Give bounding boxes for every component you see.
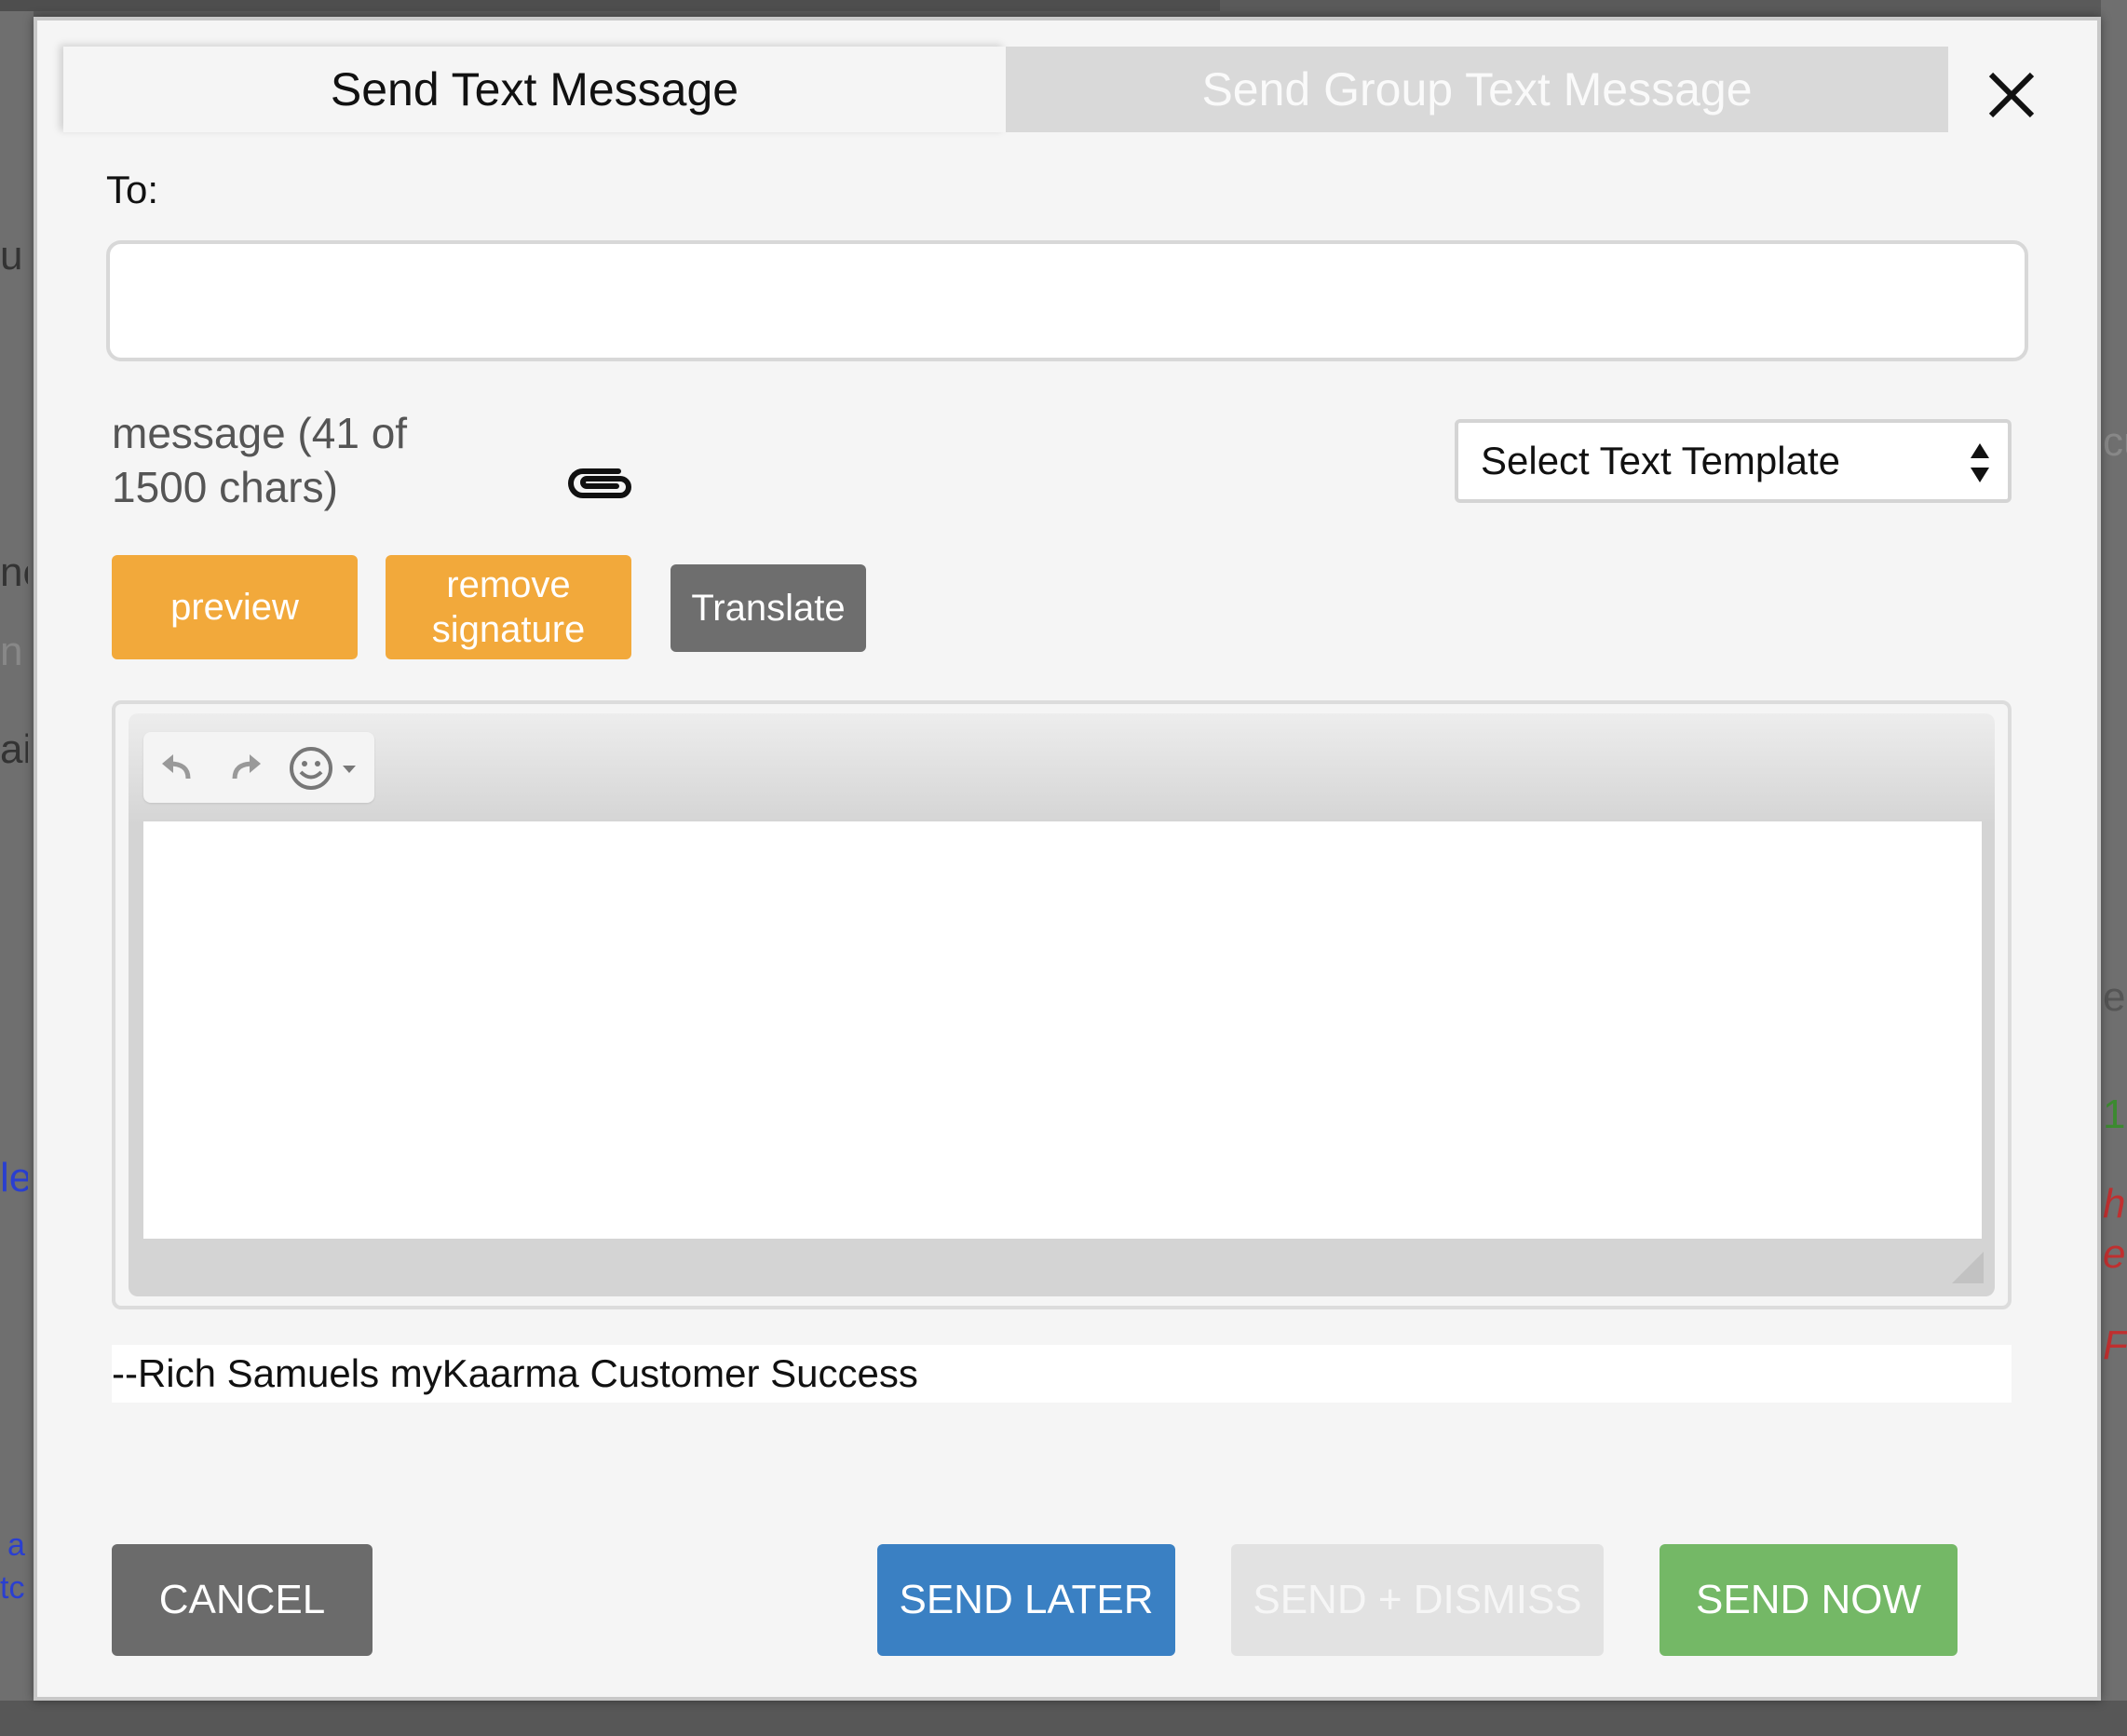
text-template-select[interactable]: Select Text Template xyxy=(1455,419,2012,503)
paperclip-icon xyxy=(568,468,631,498)
background-text: a xyxy=(7,1527,25,1563)
tab-send-group-text-message[interactable]: Send Group Text Message xyxy=(1006,47,1948,132)
undo-button[interactable] xyxy=(153,743,203,793)
message-textarea[interactable] xyxy=(143,821,1982,1239)
redo-icon xyxy=(232,754,261,780)
resize-handle-icon[interactable] xyxy=(1952,1252,1984,1283)
send-now-button[interactable]: SEND NOW xyxy=(1660,1544,1958,1656)
background-text: e xyxy=(2103,1231,2126,1277)
background-tab-strip xyxy=(0,0,1220,11)
background-text: tc xyxy=(0,1570,25,1606)
background-text: u xyxy=(0,233,23,278)
background-text: n xyxy=(0,629,23,674)
to-label: To: xyxy=(106,168,159,211)
to-input[interactable] xyxy=(106,240,2028,361)
background-page-bottom xyxy=(0,1701,2127,1736)
message-char-count: message (41 of 1500 chars) xyxy=(112,409,408,511)
remove-signature-button[interactable]: remove signature xyxy=(386,555,631,659)
background-text: le xyxy=(0,1155,28,1200)
select-arrows-icon xyxy=(1971,443,1989,482)
translate-button[interactable]: Translate xyxy=(671,564,866,652)
background-text: ne xyxy=(0,549,28,595)
background-text: F xyxy=(2103,1322,2127,1368)
background-text: cu xyxy=(2103,419,2127,465)
background-text: ai xyxy=(0,726,28,772)
background-page-right xyxy=(2101,0,2127,1736)
background-text: er xyxy=(2103,974,2127,1020)
send-dismiss-button: SEND + DISMISS xyxy=(1231,1544,1604,1656)
emoji-button[interactable] xyxy=(287,743,365,793)
emoji-icon xyxy=(290,747,356,790)
send-text-dialog: Send Text Message Send Group Text Messag… xyxy=(34,17,2101,1701)
close-icon xyxy=(1988,72,2035,118)
preview-button[interactable]: preview xyxy=(112,555,358,659)
editor-toolbar xyxy=(143,732,374,803)
text-template-select-value: Select Text Template xyxy=(1481,439,1840,482)
cancel-button[interactable]: CANCEL xyxy=(112,1544,373,1656)
undo-icon xyxy=(162,754,191,780)
signature-text: --Rich Samuels myKaarma Customer Success xyxy=(112,1345,2012,1403)
background-text: 1 xyxy=(2103,1092,2126,1137)
attach-button[interactable] xyxy=(562,454,635,509)
editor-container xyxy=(129,713,1995,1296)
close-button[interactable] xyxy=(1974,58,2049,132)
redo-button[interactable] xyxy=(220,743,270,793)
send-later-button[interactable]: SEND LATER xyxy=(877,1544,1175,1656)
message-editor xyxy=(112,700,2012,1309)
tab-send-text-message[interactable]: Send Text Message xyxy=(63,47,1006,132)
background-text: h xyxy=(2103,1181,2126,1227)
